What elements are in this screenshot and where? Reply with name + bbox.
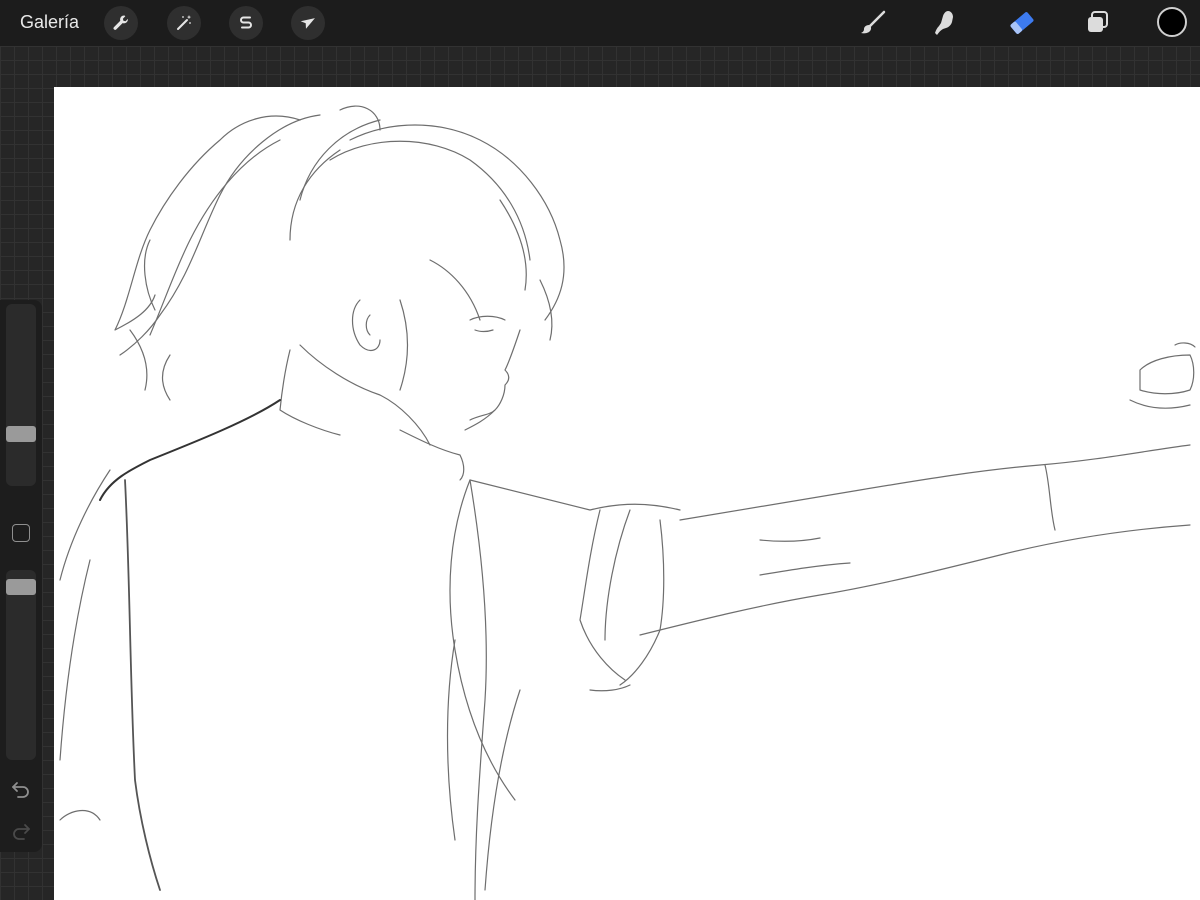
brush-tool-button[interactable] — [857, 7, 889, 39]
layers-button[interactable] — [1082, 7, 1114, 39]
color-picker-button[interactable] — [1157, 7, 1187, 37]
brush-icon — [861, 10, 886, 34]
actions-button[interactable] — [104, 6, 138, 40]
modify-button[interactable] — [12, 524, 30, 542]
top-toolbar: Galería — [0, 0, 1200, 46]
brush-size-handle[interactable] — [6, 426, 36, 442]
magic-wand-icon — [177, 15, 192, 30]
smudge-tool-button[interactable] — [929, 7, 961, 39]
layers-icon — [1088, 11, 1108, 32]
wrench-icon — [113, 15, 128, 30]
smudge-finger-icon — [935, 11, 953, 35]
selection-s-icon — [240, 16, 252, 29]
brush-opacity-slider[interactable] — [6, 570, 36, 760]
pencil-sketch — [59, 105, 1196, 900]
gallery-button[interactable]: Galería — [20, 12, 79, 33]
brush-size-slider[interactable] — [6, 304, 36, 486]
arrow-cursor-icon — [300, 18, 315, 29]
drawing-canvas[interactable] — [54, 87, 1200, 900]
eraser-icon — [1010, 12, 1034, 34]
adjustments-button[interactable] — [167, 6, 201, 40]
redo-icon[interactable] — [10, 820, 32, 842]
eraser-tool-button[interactable] — [1006, 7, 1038, 39]
undo-icon[interactable] — [10, 778, 32, 800]
left-sidebar — [0, 300, 42, 852]
transform-button[interactable] — [291, 6, 325, 40]
brush-opacity-handle[interactable] — [6, 579, 36, 595]
selection-button[interactable] — [229, 6, 263, 40]
